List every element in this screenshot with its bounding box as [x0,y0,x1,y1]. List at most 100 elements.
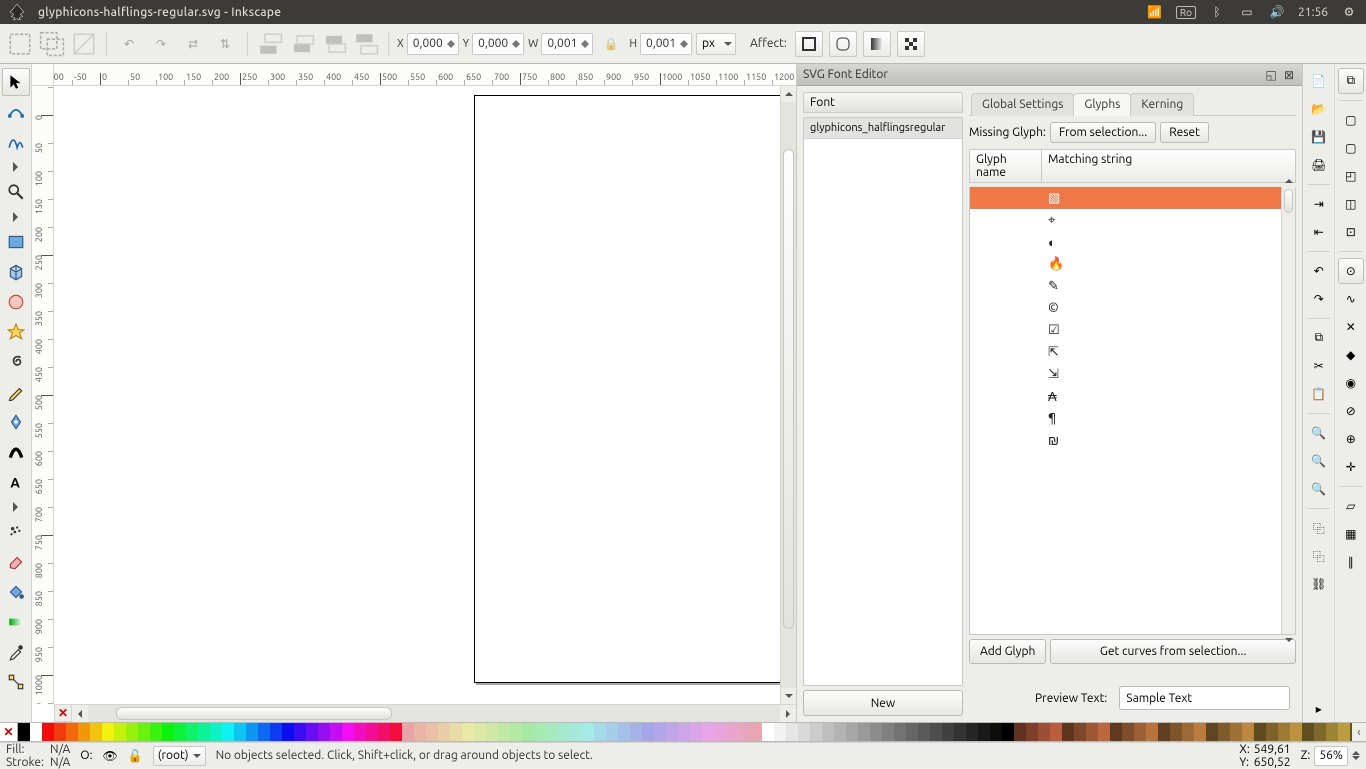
palette-swatch[interactable] [630,723,642,741]
palette-swatch[interactable] [42,723,54,741]
font-list-item[interactable]: glyphicons_halflingsregular [804,118,962,139]
snap-intersection-icon[interactable]: ✕ [1338,314,1364,340]
glyph-row[interactable]: ⇲ [970,363,1281,385]
palette-swatch[interactable] [186,723,198,741]
palette-swatch[interactable] [1086,723,1098,741]
h-input[interactable]: 0,001 [640,33,692,55]
dialog-close-icon[interactable]: ⊠ [1282,68,1296,82]
palette-swatch[interactable] [306,723,318,741]
palette-swatch[interactable] [474,723,486,741]
glyph-row[interactable]: ▧ [970,187,1281,209]
rotate-ccw-icon[interactable]: ↶ [115,30,143,58]
rectangle-tool[interactable] [2,228,30,256]
tab-kerning[interactable]: Kerning [1130,93,1194,116]
palette-swatch[interactable] [1074,723,1086,741]
open-document-icon[interactable]: 📂 [1306,96,1332,122]
palette-swatch[interactable] [462,723,474,741]
palette-swatch[interactable] [966,723,978,741]
3dbox-tool[interactable] [2,258,30,286]
palette-swatch[interactable] [906,723,918,741]
palette-swatch[interactable] [882,723,894,741]
tab-global-settings[interactable]: Global Settings [971,93,1074,116]
palette-swatch[interactable] [1266,723,1278,741]
ruler-vertical[interactable]: 0501001502002503003504004505005506006507… [32,86,54,704]
layer-lock-icon[interactable]: 🔓 [128,749,143,763]
clone-icon[interactable]: ⿻ [1306,543,1332,569]
snap-enable-icon[interactable]: ⧉ [1338,68,1364,94]
paintbucket-tool[interactable] [2,578,30,606]
snap-cusp-icon[interactable]: ◆ [1338,342,1364,368]
redo-icon[interactable]: ↷ [1306,286,1332,312]
horizontal-scrollbar[interactable] [88,704,780,722]
palette-swatch[interactable] [774,723,786,741]
palette-swatch[interactable] [1002,723,1014,741]
palette-swatch[interactable] [18,723,30,741]
palette-swatch[interactable] [1026,723,1038,741]
snap-bbox-corner-icon[interactable]: ◰ [1338,163,1364,189]
palette-swatch[interactable] [1338,723,1350,741]
glyph-row[interactable]: © [970,297,1281,319]
glyph-row[interactable]: ⇱ [970,341,1281,363]
dialog-titlebar[interactable]: SVG Font Editor ◱ ⊠ [797,64,1302,86]
palette-swatch[interactable] [558,723,570,741]
palette-swatch[interactable] [222,723,234,741]
palette-swatch[interactable] [582,723,594,741]
gradient-tool[interactable] [2,608,30,636]
palette-swatch[interactable] [642,723,654,741]
palette-swatch[interactable] [414,723,426,741]
palette-swatch[interactable] [342,723,354,741]
paste-icon[interactable]: 📋 [1306,381,1332,407]
fill-value[interactable]: N/A [50,743,70,756]
palette-swatch[interactable] [870,723,882,741]
palette-swatch[interactable] [798,723,810,741]
lock-icon[interactable]: 🔒 [597,30,625,58]
palette-swatch[interactable] [954,723,966,741]
add-glyph-button[interactable]: Add Glyph [969,639,1046,664]
palette-swatch[interactable] [426,723,438,741]
h-scroll-thumb[interactable] [116,707,393,720]
glyph-row[interactable]: ⌖ [970,209,1281,231]
toolbar-overflow-icon[interactable]: ▸ [1306,696,1332,722]
copy-icon[interactable]: ⧉ [1306,325,1332,351]
palette-swatch[interactable] [858,723,870,741]
affect-stroke-icon[interactable] [795,31,823,57]
palette-swatch[interactable] [810,723,822,741]
snap-path-icon[interactable]: ∿ [1338,286,1364,312]
palette-swatch[interactable] [714,723,726,741]
dropper-tool[interactable] [2,638,30,666]
preview-text-input[interactable] [1119,686,1290,710]
palette-swatch[interactable] [834,723,846,741]
calligraphy-tool[interactable] [2,438,30,466]
matching-string-header[interactable]: Matching string [1042,150,1295,182]
palette-swatch[interactable] [1050,723,1062,741]
new-document-icon[interactable]: 📄 [1306,68,1332,94]
snap-page-icon[interactable]: ▱ [1338,493,1364,519]
palette-swatch[interactable] [726,723,738,741]
palette-swatch[interactable] [486,723,498,741]
palette-swatch[interactable] [1290,723,1302,741]
raise-icon[interactable] [320,30,348,58]
zoom-fit-drawing-icon[interactable]: 🔍 [1306,448,1332,474]
palette-swatch[interactable] [318,723,330,741]
palette-swatch[interactable] [1122,723,1134,741]
tweak-tool[interactable] [2,128,30,156]
layer-visibility-icon[interactable]: 👁 [103,749,118,763]
import-icon[interactable]: ⇥ [1306,191,1332,217]
palette-swatch[interactable] [138,723,150,741]
battery-icon[interactable]: ▭ [1238,3,1256,21]
palette-swatch[interactable] [450,723,462,741]
toolbox-expand-2[interactable] [13,212,18,222]
tab-glyphs[interactable]: Glyphs [1073,93,1131,116]
palette-swatch[interactable] [510,723,522,741]
glyph-row[interactable]: ☑ [970,319,1281,341]
palette-swatch[interactable] [786,723,798,741]
get-curves-button[interactable]: Get curves from selection... [1050,639,1296,664]
palette-menu-icon[interactable]: ‹ [1352,723,1366,741]
glyph-row[interactable]: ✎ [970,275,1281,297]
unit-select[interactable]: px [696,33,736,55]
palette-swatch[interactable] [1218,723,1230,741]
palette-swatch[interactable] [78,723,90,741]
palette-swatch[interactable] [258,723,270,741]
canvas-viewport[interactable] [54,86,780,704]
palette-swatch[interactable] [654,723,666,741]
